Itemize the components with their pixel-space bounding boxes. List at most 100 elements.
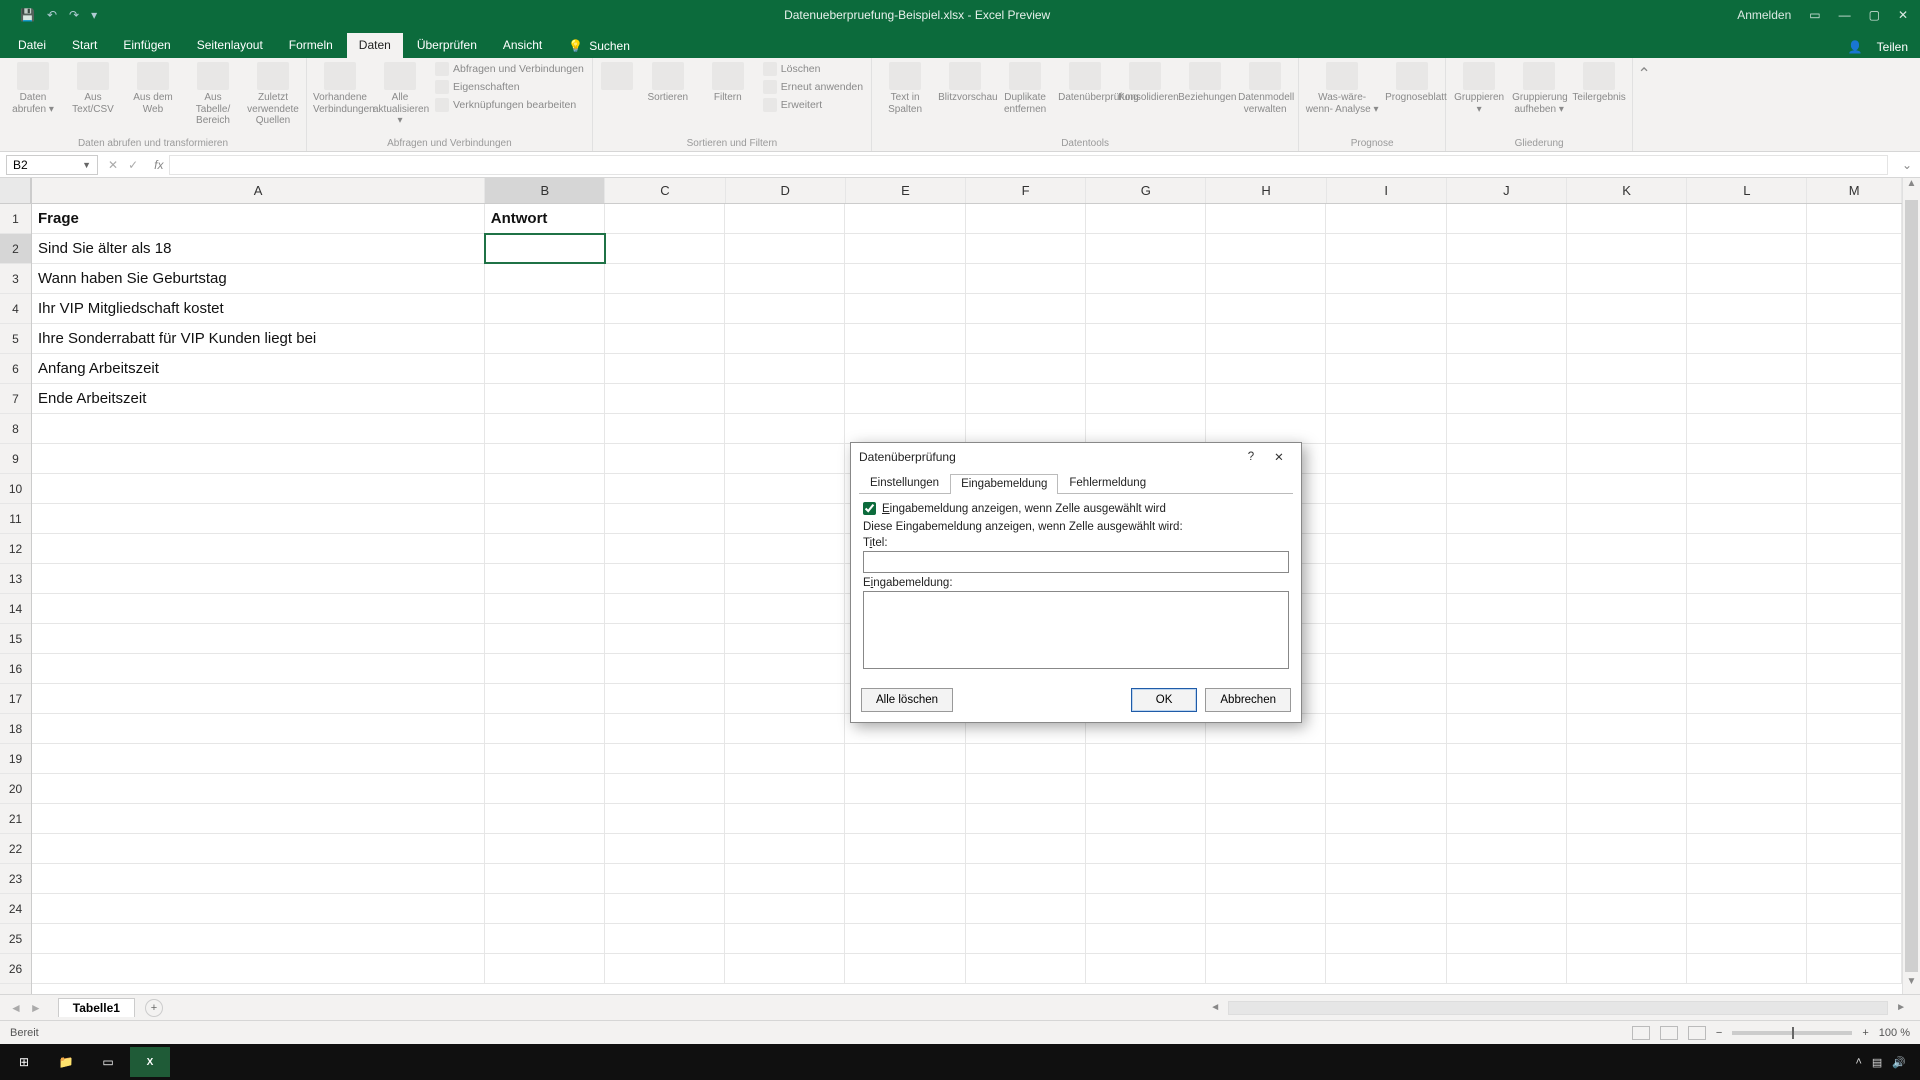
cell-H6[interactable] xyxy=(1206,354,1326,383)
row-header-5[interactable]: 5 xyxy=(0,324,31,354)
cell-D13[interactable] xyxy=(725,564,845,593)
cell-M1[interactable] xyxy=(1807,204,1902,233)
cell-M12[interactable] xyxy=(1807,534,1902,563)
cell-E7[interactable] xyxy=(845,384,965,413)
row-header-22[interactable]: 22 xyxy=(0,834,31,864)
cell-K19[interactable] xyxy=(1567,744,1687,773)
cell-M6[interactable] xyxy=(1807,354,1902,383)
cell-M24[interactable] xyxy=(1807,894,1902,923)
taskbar-excel[interactable]: X xyxy=(130,1047,170,1077)
cell-K4[interactable] xyxy=(1567,294,1687,323)
cell-A20[interactable] xyxy=(32,774,485,803)
cell-I8[interactable] xyxy=(1326,414,1446,443)
cell-G3[interactable] xyxy=(1086,264,1206,293)
text-to-columns-button[interactable]: Text in Spalten xyxy=(878,61,932,137)
cell-H25[interactable] xyxy=(1206,924,1326,953)
cell-A3[interactable]: Wann haben Sie Geburtstag xyxy=(32,264,485,293)
cell-C13[interactable] xyxy=(605,564,725,593)
cell-I19[interactable] xyxy=(1326,744,1446,773)
flash-fill-button[interactable]: Blitzvorschau xyxy=(938,61,992,137)
cell-D10[interactable] xyxy=(725,474,845,503)
cell-I17[interactable] xyxy=(1326,684,1446,713)
tray-volume-icon[interactable]: 🔊 xyxy=(1892,1056,1906,1069)
cell-I7[interactable] xyxy=(1326,384,1446,413)
cell-E5[interactable] xyxy=(845,324,965,353)
clear-filter-button[interactable]: Löschen xyxy=(761,61,865,77)
cell-F8[interactable] xyxy=(966,414,1086,443)
cell-M23[interactable] xyxy=(1807,864,1902,893)
ok-button[interactable]: OK xyxy=(1131,688,1198,712)
cell-D5[interactable] xyxy=(725,324,845,353)
cell-B6[interactable] xyxy=(485,354,605,383)
ungroup-button[interactable]: Gruppierung aufheben ▾ xyxy=(1512,61,1566,137)
cell-L8[interactable] xyxy=(1687,414,1807,443)
page-layout-view-button[interactable] xyxy=(1660,1026,1678,1040)
tab-data[interactable]: Daten xyxy=(347,33,403,58)
account-icon[interactable]: 👤 xyxy=(1848,40,1863,54)
cell-C25[interactable] xyxy=(605,924,725,953)
cell-E25[interactable] xyxy=(845,924,965,953)
cell-E23[interactable] xyxy=(845,864,965,893)
cell-I22[interactable] xyxy=(1326,834,1446,863)
column-header-M[interactable]: M xyxy=(1807,178,1902,203)
cell-G5[interactable] xyxy=(1086,324,1206,353)
cell-I4[interactable] xyxy=(1326,294,1446,323)
row-header-11[interactable]: 11 xyxy=(0,504,31,534)
cell-L4[interactable] xyxy=(1687,294,1807,323)
cell-J12[interactable] xyxy=(1447,534,1567,563)
cell-G8[interactable] xyxy=(1086,414,1206,443)
cell-B2[interactable] xyxy=(485,234,605,263)
cell-G25[interactable] xyxy=(1086,924,1206,953)
cell-D19[interactable] xyxy=(725,744,845,773)
account-sign-in[interactable]: Anmelden xyxy=(1737,8,1791,22)
cell-A25[interactable] xyxy=(32,924,485,953)
cell-A24[interactable] xyxy=(32,894,485,923)
cell-G24[interactable] xyxy=(1086,894,1206,923)
cell-K23[interactable] xyxy=(1567,864,1687,893)
cell-F20[interactable] xyxy=(966,774,1086,803)
from-text-csv-button[interactable]: Aus Text/CSV xyxy=(66,61,120,137)
cell-C22[interactable] xyxy=(605,834,725,863)
cell-M18[interactable] xyxy=(1807,714,1902,743)
zoom-level[interactable]: 100 % xyxy=(1879,1027,1910,1039)
cell-J1[interactable] xyxy=(1447,204,1567,233)
row-header-14[interactable]: 14 xyxy=(0,594,31,624)
cell-H8[interactable] xyxy=(1206,414,1326,443)
cell-J17[interactable] xyxy=(1447,684,1567,713)
expand-formula-bar-icon[interactable]: ⌄ xyxy=(1894,158,1920,172)
cell-K7[interactable] xyxy=(1567,384,1687,413)
cell-C15[interactable] xyxy=(605,624,725,653)
cell-D6[interactable] xyxy=(725,354,845,383)
next-sheet-icon[interactable]: ► xyxy=(30,1001,42,1015)
cell-C19[interactable] xyxy=(605,744,725,773)
cell-D2[interactable] xyxy=(725,234,845,263)
cell-G6[interactable] xyxy=(1086,354,1206,383)
properties-button[interactable]: Eigenschaften xyxy=(433,79,586,95)
cell-F21[interactable] xyxy=(966,804,1086,833)
cell-D23[interactable] xyxy=(725,864,845,893)
cell-D16[interactable] xyxy=(725,654,845,683)
cell-A22[interactable] xyxy=(32,834,485,863)
row-header-26[interactable]: 26 xyxy=(0,954,31,984)
filter-button[interactable]: Filtern xyxy=(701,61,755,137)
formula-input[interactable] xyxy=(169,155,1887,175)
cell-K10[interactable] xyxy=(1567,474,1687,503)
taskbar-app[interactable]: ▭ xyxy=(88,1047,128,1077)
cell-K1[interactable] xyxy=(1567,204,1687,233)
cell-L13[interactable] xyxy=(1687,564,1807,593)
cell-D17[interactable] xyxy=(725,684,845,713)
cell-J19[interactable] xyxy=(1447,744,1567,773)
cell-G7[interactable] xyxy=(1086,384,1206,413)
row-header-24[interactable]: 24 xyxy=(0,894,31,924)
cell-C10[interactable] xyxy=(605,474,725,503)
cell-B20[interactable] xyxy=(485,774,605,803)
cell-G19[interactable] xyxy=(1086,744,1206,773)
cell-B22[interactable] xyxy=(485,834,605,863)
cell-G1[interactable] xyxy=(1086,204,1206,233)
dialog-tab-input-message[interactable]: Eingabemeldung xyxy=(950,474,1058,494)
row-header-9[interactable]: 9 xyxy=(0,444,31,474)
cell-I12[interactable] xyxy=(1326,534,1446,563)
cell-F5[interactable] xyxy=(966,324,1086,353)
cell-I18[interactable] xyxy=(1326,714,1446,743)
cell-J5[interactable] xyxy=(1447,324,1567,353)
